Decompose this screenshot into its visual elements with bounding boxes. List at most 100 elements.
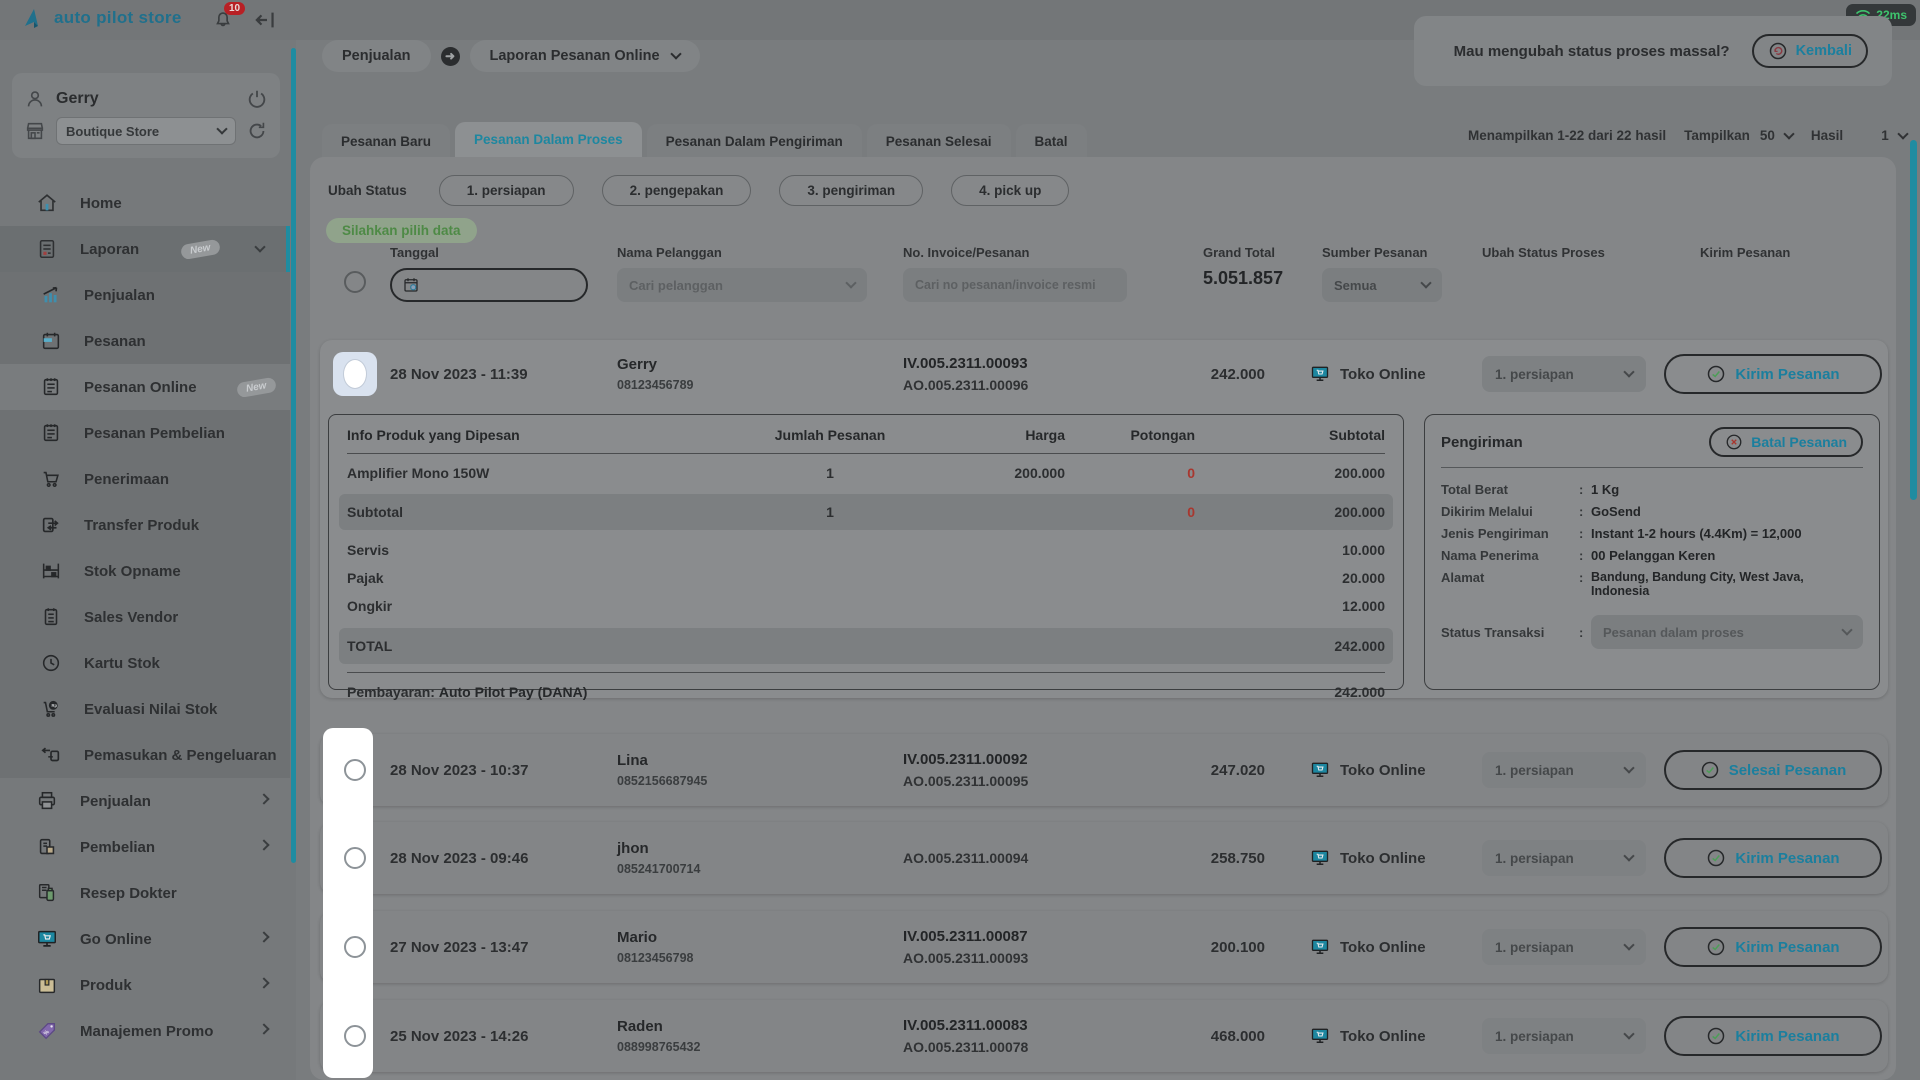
customer-phone: 085241700714 — [617, 862, 903, 876]
order-status-select[interactable]: 1. persiapan — [1482, 840, 1646, 876]
order-card[interactable]: 25 Nov 2023 - 14:26 Raden 088998765432 I… — [320, 1000, 1888, 1072]
order-number: AO.005.2311.00096 — [903, 377, 1203, 393]
sidebar-item-sales-vendor[interactable]: Sales Vendor — [0, 594, 290, 640]
online-store-icon — [1310, 848, 1330, 868]
sidebar-item-pembelian[interactable]: Pembelian — [0, 824, 290, 870]
store-icon — [24, 120, 46, 142]
sidebar-item-penjualan-laporan[interactable]: Penjualan — [0, 272, 290, 318]
sidebar-item-penjualan[interactable]: Penjualan — [0, 778, 290, 824]
sidebar-item-transfer-produk[interactable]: Transfer Produk — [0, 502, 290, 548]
collapse-sidebar-button[interactable] — [255, 9, 279, 31]
kirim-pesanan-button[interactable]: Kirim Pesanan — [1664, 1016, 1882, 1056]
monitor-cart-icon — [36, 928, 58, 950]
sidebar-item-pesanan-online[interactable]: Pesanan Online New — [0, 364, 290, 410]
customer-name: Raden — [617, 1018, 903, 1035]
customer-name: Mario — [617, 929, 903, 946]
order-checkbox-selected[interactable] — [333, 352, 377, 396]
page-select[interactable]: Hasil 1 — [1811, 128, 1907, 143]
undo-circle-icon — [1768, 41, 1788, 61]
check-circle-icon — [1706, 364, 1726, 384]
source-filter-select[interactable]: Semua — [1322, 268, 1442, 302]
batal-pesanan-button[interactable]: Batal Pesanan — [1709, 427, 1863, 457]
invoice-filter-input[interactable] — [915, 278, 1115, 292]
new-badge: New — [236, 376, 277, 397]
order-card[interactable]: 27 Nov 2023 - 13:47 Mario 08123456798 IV… — [320, 911, 1888, 983]
order-calendar-icon — [40, 330, 62, 352]
order-date: 28 Nov 2023 - 11:39 — [390, 366, 600, 383]
kirim-pesanan-button[interactable]: Kirim Pesanan — [1664, 838, 1882, 878]
store-selector[interactable]: Boutique Store — [56, 117, 236, 145]
tab-pesanan-baru[interactable]: Pesanan Baru — [322, 124, 450, 160]
select-all-radio[interactable] — [344, 271, 366, 293]
sidebar-item-laporan[interactable]: Laporan New — [0, 226, 290, 272]
breadcrumb-penjualan[interactable]: Penjualan — [322, 40, 431, 72]
sidebar-item-go-online[interactable]: Go Online — [0, 916, 290, 962]
order-card[interactable]: 28 Nov 2023 - 09:46 jhon 085241700714 AO… — [320, 822, 1888, 894]
order-checkbox[interactable] — [344, 1025, 366, 1047]
chip-pick-up[interactable]: 4. pick up — [951, 175, 1069, 206]
sidebar-item-evaluasi-nilai-stok[interactable]: Rp Evaluasi Nilai Stok — [0, 686, 290, 732]
sidebar-item-manajemen-promo[interactable]: % Manajemen Promo — [0, 1008, 290, 1054]
sidebar-item-pemasukan-pengeluaran[interactable]: Pemasukan & Pengeluaran — [0, 732, 290, 778]
printer-icon — [36, 790, 58, 812]
order-checkbox[interactable] — [344, 936, 366, 958]
date-filter-input[interactable] — [390, 268, 588, 302]
sidebar-item-kartu-stok[interactable]: Kartu Stok — [0, 640, 290, 686]
chip-pengepakan[interactable]: 2. pengepakan — [602, 175, 752, 206]
kirim-pesanan-button[interactable]: Kirim Pesanan — [1664, 927, 1882, 967]
promo-tag-icon: % — [36, 1020, 58, 1042]
order-row[interactable]: 28 Nov 2023 - 11:39 Gerry 08123456789 IV… — [320, 340, 1888, 408]
order-number: AO.005.2311.00093 — [903, 950, 1203, 966]
order-card[interactable]: 28 Nov 2023 - 10:37 Lina 0852156687945 I… — [320, 734, 1888, 806]
laporan-submenu: Penjualan Pesanan Pesanan Online New Pes… — [0, 272, 290, 778]
sidebar-item-penerimaan[interactable]: Penerimaan — [0, 456, 290, 502]
sidebar-item-pesanan-pembelian[interactable]: Pesanan Pembelian — [0, 410, 290, 456]
invoice-number: IV.005.2311.00087 — [903, 928, 1203, 945]
chip-persiapan[interactable]: 1. persiapan — [439, 175, 574, 206]
invoice-number: IV.005.2311.00092 — [903, 751, 1203, 768]
brand-logo[interactable]: auto pilot store — [22, 6, 182, 30]
kirim-pesanan-button[interactable]: Kirim Pesanan — [1664, 354, 1882, 394]
notifications-button[interactable]: 10 — [212, 8, 234, 30]
sidebar-item-resep-dokter[interactable]: Resep Dokter — [0, 870, 290, 916]
store-selector-value: Boutique Store — [66, 124, 159, 139]
sidebar-item-pesanan[interactable]: Pesanan — [0, 318, 290, 364]
page-size-select[interactable]: Tampilkan 50 — [1684, 128, 1793, 143]
tab-pesanan-dalam-proses[interactable]: Pesanan Dalam Proses — [455, 122, 642, 160]
order-status-select[interactable]: 1. persiapan — [1482, 356, 1646, 392]
sales-chart-icon — [40, 284, 62, 306]
order-checkbox[interactable] — [344, 759, 366, 781]
shipping-weight: Total Berat: 1 Kg — [1441, 478, 1863, 500]
sidebar-item-stok-opname[interactable]: Stok Opname — [0, 548, 290, 594]
x-circle-icon — [1725, 433, 1743, 451]
vendor-notebook-icon — [40, 606, 62, 628]
customer-phone: 088998765432 — [617, 1040, 903, 1054]
tab-pesanan-dalam-pengiriman[interactable]: Pesanan Dalam Pengiriman — [647, 124, 862, 160]
page-scrollbar[interactable] — [1910, 140, 1917, 500]
order-checkbox[interactable] — [344, 847, 366, 869]
refresh-icon[interactable] — [246, 120, 268, 142]
power-icon[interactable] — [246, 88, 268, 110]
invoice-number: IV.005.2311.00083 — [903, 1017, 1203, 1034]
order-status-select[interactable]: 1. persiapan — [1482, 752, 1646, 788]
payment-method: Auto Pilot Pay (DANA) — [439, 684, 588, 700]
transaction-status-select[interactable]: Pesanan dalam proses — [1591, 615, 1863, 649]
chevron-down-icon — [216, 123, 227, 134]
shelf-icon — [40, 560, 62, 582]
customer-filter-select[interactable]: Cari pelanggan — [617, 268, 867, 302]
order-status-select[interactable]: 1. persiapan — [1482, 929, 1646, 965]
tab-batal[interactable]: Batal — [1016, 124, 1087, 160]
sidebar-item-home[interactable]: Home — [0, 180, 290, 226]
chip-pengiriman[interactable]: 3. pengiriman — [779, 175, 923, 206]
kembali-button[interactable]: Kembali — [1752, 34, 1868, 68]
notification-count-badge: 10 — [224, 2, 245, 15]
sidebar-item-produk[interactable]: Produk — [0, 962, 290, 1008]
selesai-pesanan-button[interactable]: Selesai Pesanan — [1664, 750, 1882, 790]
paper-plane-icon — [22, 6, 46, 30]
order-source: Toko Online — [1340, 762, 1426, 779]
order-status-select[interactable]: 1. persiapan — [1482, 1018, 1646, 1054]
sidebar-scrollbar[interactable] — [291, 48, 296, 863]
ubah-status-proses-label: Ubah Status Proses — [1482, 245, 1646, 260]
breadcrumb-laporan-pesanan-online[interactable]: Laporan Pesanan Online — [470, 40, 700, 72]
tab-pesanan-selesai[interactable]: Pesanan Selesai — [867, 124, 1011, 160]
